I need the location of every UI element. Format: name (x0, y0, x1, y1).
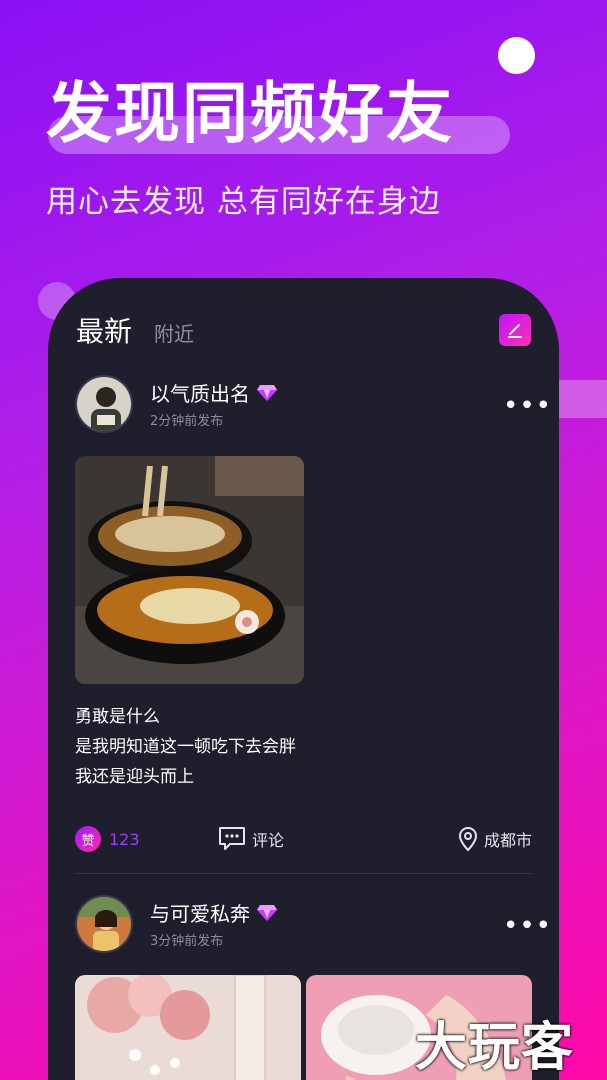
like-button[interactable]: 赞 123 (75, 826, 140, 852)
decor-bubble (498, 37, 535, 74)
post-photo[interactable] (75, 456, 304, 684)
post-username[interactable]: 与可爱私奔 (150, 898, 278, 927)
divider (75, 873, 532, 874)
comment-icon (219, 827, 245, 850)
watermark: 大玩客 (415, 1018, 575, 1078)
like-count: 123 (109, 829, 140, 849)
more-options-icon[interactable]: ••• (503, 393, 552, 419)
vip-diamond-icon (257, 384, 277, 401)
location-pin-icon (458, 826, 477, 852)
vip-diamond-icon (257, 904, 277, 921)
caption-line: 我还是迎头而上 (75, 767, 194, 787)
tab-latest[interactable]: 最新 (76, 310, 132, 350)
hero-subtitle: 用心去发现 总有同好在身边 (46, 184, 441, 220)
edit-icon (508, 324, 522, 338)
post-caption: 勇敢是什么 是我明知道这一顿吃下去会胖 我还是迎头而上 (75, 702, 296, 792)
post-time: 2分钟前发布 (150, 414, 224, 429)
compose-button[interactable] (499, 314, 531, 346)
comment-label: 评论 (252, 831, 285, 850)
post-time: 3分钟前发布 (150, 934, 224, 949)
caption-line: 勇敢是什么 (75, 707, 160, 727)
post-actions: 赞 123 评论 成都市 (75, 824, 532, 854)
post-photo[interactable] (75, 975, 301, 1080)
location-button[interactable]: 成都市 (458, 826, 532, 852)
more-options-icon[interactable]: ••• (503, 913, 552, 939)
username-text: 以气质出名 (150, 382, 250, 406)
post-username[interactable]: 以气质出名 (150, 378, 278, 407)
username-text: 与可爱私奔 (150, 902, 250, 926)
avatar[interactable] (75, 895, 133, 953)
like-icon: 赞 (75, 826, 101, 852)
feed-tabs: 最新 附近 (76, 310, 194, 350)
hero-title: 发现同频好友 (46, 75, 454, 152)
comment-button[interactable]: 评论 (218, 826, 284, 852)
avatar[interactable] (75, 375, 133, 433)
location-label: 成都市 (483, 831, 532, 850)
caption-line: 是我明知道这一顿吃下去会胖 (75, 737, 296, 757)
feed-card: 最新 附近 以气质出名 2分钟前发布 ••• 勇敢是什么 是我明知道这一顿吃下去… (48, 278, 559, 1080)
tab-nearby[interactable]: 附近 (154, 318, 194, 347)
